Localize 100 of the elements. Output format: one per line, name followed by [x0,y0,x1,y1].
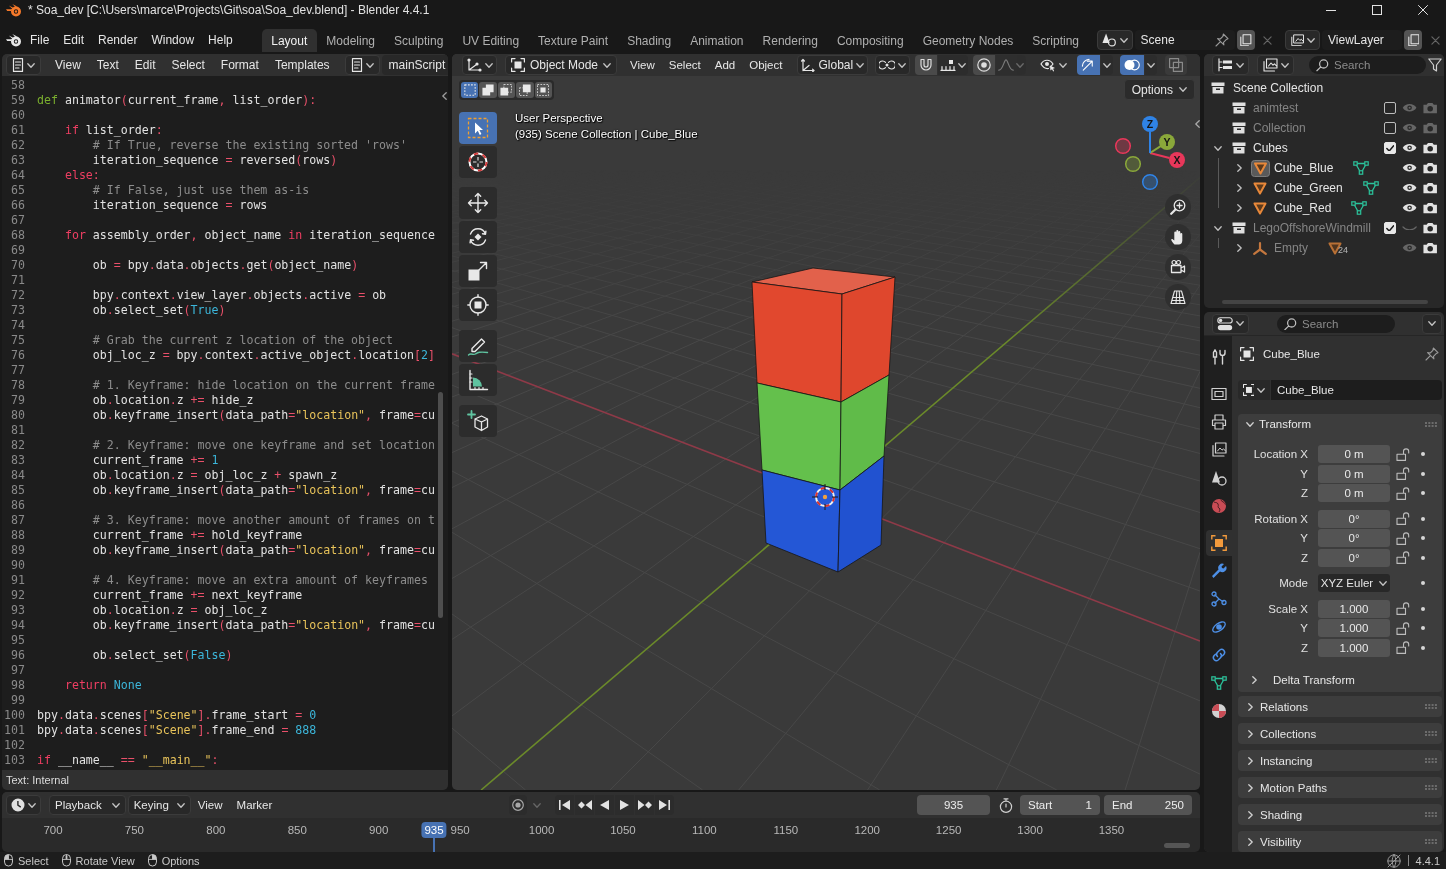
tool-button[interactable] [459,146,497,178]
proportional-toggle[interactable] [973,55,996,75]
padlock-icon[interactable] [1396,531,1410,545]
subpanel-header[interactable]: Delta Transform [1238,670,1355,690]
menu-item[interactable]: Add [707,55,743,75]
start-frame-field[interactable]: Start 1 [1020,795,1100,815]
editor-type-button[interactable] [6,55,41,75]
menu-dropdown[interactable]: Keying [127,795,191,815]
dot-icon[interactable] [1421,581,1425,585]
scene-field[interactable]: Scene [1134,30,1235,50]
workspace-tab[interactable]: Animation [680,29,754,52]
jump-start-button[interactable] [555,795,574,815]
workspace-tab[interactable]: Shading [617,29,681,52]
options-dropdown[interactable] [1422,313,1442,334]
new-view-layer-button[interactable] [1404,30,1422,50]
number-field[interactable]: 1.000 [1318,599,1390,618]
text-block-dropdown[interactable] [344,55,380,75]
pin-icon[interactable] [1214,33,1229,47]
panel-header[interactable]: Instancing [1238,750,1442,771]
padlock-icon[interactable] [1396,467,1410,480]
tool-button[interactable] [459,405,497,437]
outliner-item[interactable]: Cube_Blue [1274,161,1334,175]
workspace-tab[interactable]: Texture Paint [528,29,618,52]
menu-item[interactable]: File [23,30,57,50]
zoom-button[interactable] [1165,194,1191,220]
padlock-icon[interactable] [1396,447,1410,461]
menu-item[interactable]: Object [742,55,790,75]
panel-header[interactable]: Shading [1238,804,1442,825]
outliner-item[interactable]: Cube_Green [1274,181,1343,195]
disclosure-icon[interactable] [1236,184,1242,192]
menu-item[interactable]: View [190,795,230,815]
workspace-tab[interactable]: Rendering [753,29,828,52]
playhead[interactable]: 935 [421,822,447,838]
panel-header[interactable]: Visibility [1238,831,1442,852]
editor-type-button[interactable] [462,55,497,75]
editor-type-button[interactable] [1212,55,1249,75]
gizmo-dropdown[interactable] [1100,55,1113,75]
selection-mode-button[interactable] [461,82,479,98]
workspace-tab[interactable]: Scripting [1022,29,1089,52]
search-field[interactable]: Search [1277,314,1395,333]
tool-button[interactable] [459,221,497,253]
disclosure-icon[interactable] [1236,204,1242,212]
camera-view-button[interactable] [1165,254,1191,280]
padlock-icon[interactable] [1396,641,1410,654]
camera-icon[interactable] [1422,202,1438,214]
menu-item[interactable]: Window [144,30,202,50]
tool-button[interactable] [459,330,497,362]
axis-handle[interactable] [1124,155,1142,173]
properties-tab[interactable] [1206,530,1232,556]
end-frame-field[interactable]: End 250 [1104,795,1192,815]
number-field[interactable]: 1.000 [1318,619,1390,637]
outliner-item[interactable]: Empty [1274,241,1308,255]
disclosure-icon[interactable] [1236,244,1242,252]
editor-type-button[interactable] [1212,313,1249,334]
auto-keying-toggle[interactable] [509,795,527,815]
checkbox[interactable] [1384,122,1396,134]
pan-button[interactable] [1165,224,1191,250]
dot-icon[interactable] [1421,536,1425,540]
camera-icon[interactable] [1422,222,1438,234]
view-layer-dropdown[interactable] [1284,30,1320,50]
workspace-tab[interactable]: Modeling [316,29,385,52]
menu-item[interactable]: View [47,55,89,75]
next-keyframe-button[interactable] [635,795,654,815]
number-field[interactable]: 1.000 [1318,638,1390,657]
axis-handle[interactable] [1114,137,1132,155]
editor-type-button[interactable] [6,795,41,815]
snap-dropdown[interactable] [938,55,969,75]
selection-mode-button[interactable] [479,82,497,98]
workspace-tab[interactable]: Sculpting [384,29,453,52]
menu-item[interactable]: Render [91,30,145,50]
workspace-tab[interactable]: UV Editing [452,29,529,52]
menu-item[interactable]: Help [201,30,240,50]
axis-handle[interactable]: X [1169,152,1185,168]
panel-header[interactable]: Transform [1238,414,1442,434]
eye-icon[interactable] [1402,183,1418,193]
outliner-item[interactable]: Cube_Red [1274,201,1332,215]
perspective-button[interactable] [1165,284,1191,310]
number-field[interactable]: 0 m [1318,484,1390,502]
disclosure-icon[interactable] [1214,225,1222,231]
datablock-field[interactable]: Cube_Blue [1271,380,1442,400]
overlay-toggle[interactable] [1119,55,1144,75]
dot-icon[interactable] [1421,555,1425,560]
axis-handle[interactable]: Z [1142,116,1158,132]
outliner-item[interactable]: Scene Collection [1233,81,1324,95]
disclosure-icon[interactable] [1214,145,1222,151]
panel-header[interactable]: Relations [1238,696,1442,717]
disclosure-icon[interactable] [1236,164,1242,172]
menu-item[interactable]: Select [163,55,213,75]
menu-item[interactable]: Format [212,55,267,75]
menu-item[interactable]: View [623,55,662,75]
number-field[interactable]: 0° [1318,529,1390,547]
number-field[interactable]: 0° [1318,509,1390,528]
eye-icon[interactable] [1402,143,1418,153]
vertices-icon[interactable] [1362,181,1379,195]
outliner-item[interactable]: Collection [1253,121,1306,135]
orientation-dropdown[interactable]: Global [797,55,869,75]
tool-button[interactable] [459,187,497,219]
workspace-tab[interactable]: Geometry Nodes [913,29,1023,52]
eye-icon[interactable] [1402,163,1418,173]
menu-item[interactable]: Select [661,55,708,75]
